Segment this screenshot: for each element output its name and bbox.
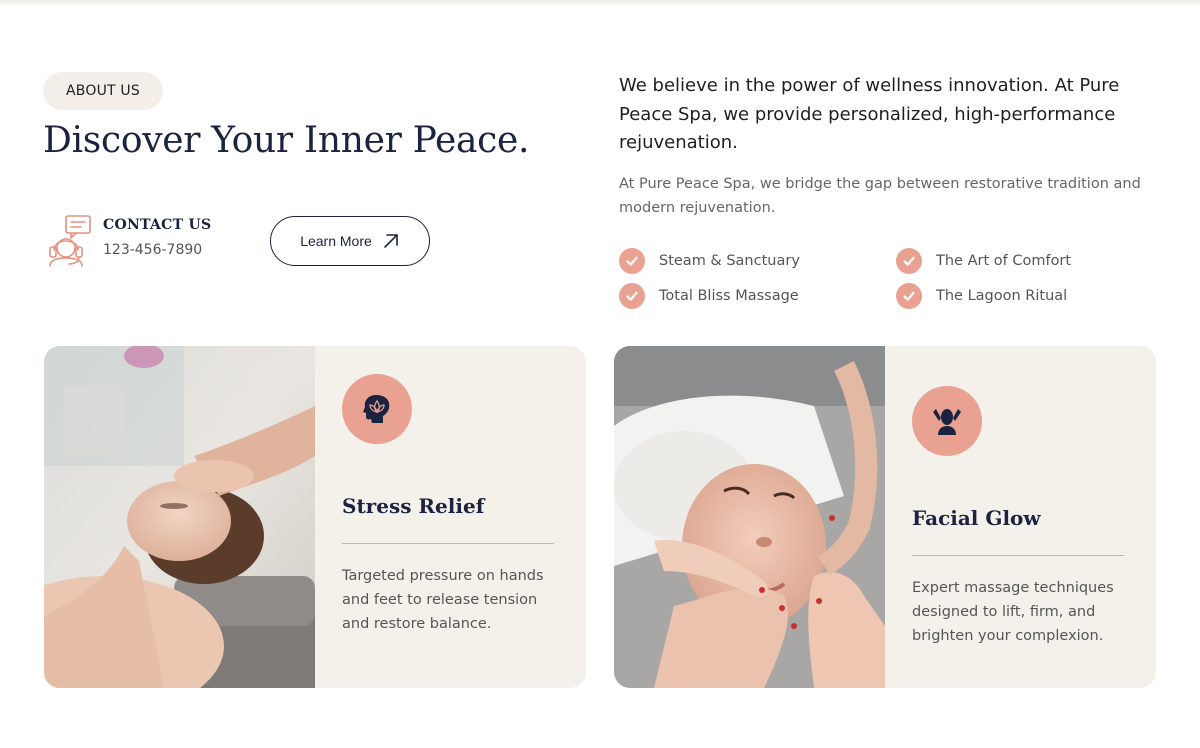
- card-title: Stress Relief: [342, 494, 485, 518]
- support-headset-icon: [44, 214, 94, 268]
- header-shadow: [0, 0, 1200, 6]
- feature-label: Total Bliss Massage: [659, 287, 799, 304]
- check-icon: [619, 247, 645, 274]
- feature-item: Total Bliss Massage: [619, 282, 896, 309]
- feature-item: The Lagoon Ritual: [896, 282, 1173, 309]
- card-description: Targeted pressure on hands and feet to r…: [342, 568, 544, 632]
- face-massage-icon: [912, 386, 982, 456]
- service-card-stress-relief[interactable]: Stress Relief Targeted pressure on hands…: [44, 346, 586, 688]
- section-title: Discover Your Inner Peace.: [43, 120, 530, 161]
- card-title: Facial Glow: [912, 506, 1041, 530]
- feature-label: Steam & Sanctuary: [659, 252, 800, 269]
- card-body: Stress Relief Targeted pressure on hands…: [315, 346, 586, 688]
- learn-more-button[interactable]: Learn More: [270, 216, 430, 266]
- about-us-badge: ABOUT US: [43, 72, 163, 110]
- card-divider: [342, 543, 554, 544]
- intro-sub-text: At Pure Peace Spa, we bridge the gap bet…: [619, 176, 1141, 216]
- feature-label: The Art of Comfort: [936, 252, 1072, 269]
- arrow-up-right-icon: [383, 234, 398, 248]
- head-lotus-icon: [342, 374, 412, 444]
- contact-phone-link[interactable]: 123-456-7890: [103, 242, 211, 258]
- card-divider: [912, 555, 1124, 556]
- contact-block[interactable]: CONTACT US 123-456-7890: [44, 214, 211, 268]
- feature-list: Steam & Sanctuary The Art of Comfort Tot…: [619, 247, 1179, 309]
- check-icon: [896, 247, 922, 274]
- intro-lead-text: We believe in the power of wellness inno…: [619, 75, 1120, 153]
- feature-item: Steam & Sanctuary: [619, 247, 896, 274]
- card-description: Expert massage techniques designed to li…: [912, 580, 1114, 644]
- check-icon: [896, 282, 922, 309]
- head-massage-photo: [44, 346, 315, 688]
- check-icon: [619, 282, 645, 309]
- feature-item: The Art of Comfort: [896, 247, 1173, 274]
- contact-us-label: CONTACT US: [103, 217, 212, 233]
- facial-massage-photo: [614, 346, 885, 688]
- feature-label: The Lagoon Ritual: [936, 287, 1068, 304]
- learn-more-label: Learn More: [300, 233, 372, 249]
- service-card-facial-glow[interactable]: Facial Glow Expert massage techniques de…: [614, 346, 1156, 688]
- card-body: Facial Glow Expert massage techniques de…: [885, 346, 1156, 688]
